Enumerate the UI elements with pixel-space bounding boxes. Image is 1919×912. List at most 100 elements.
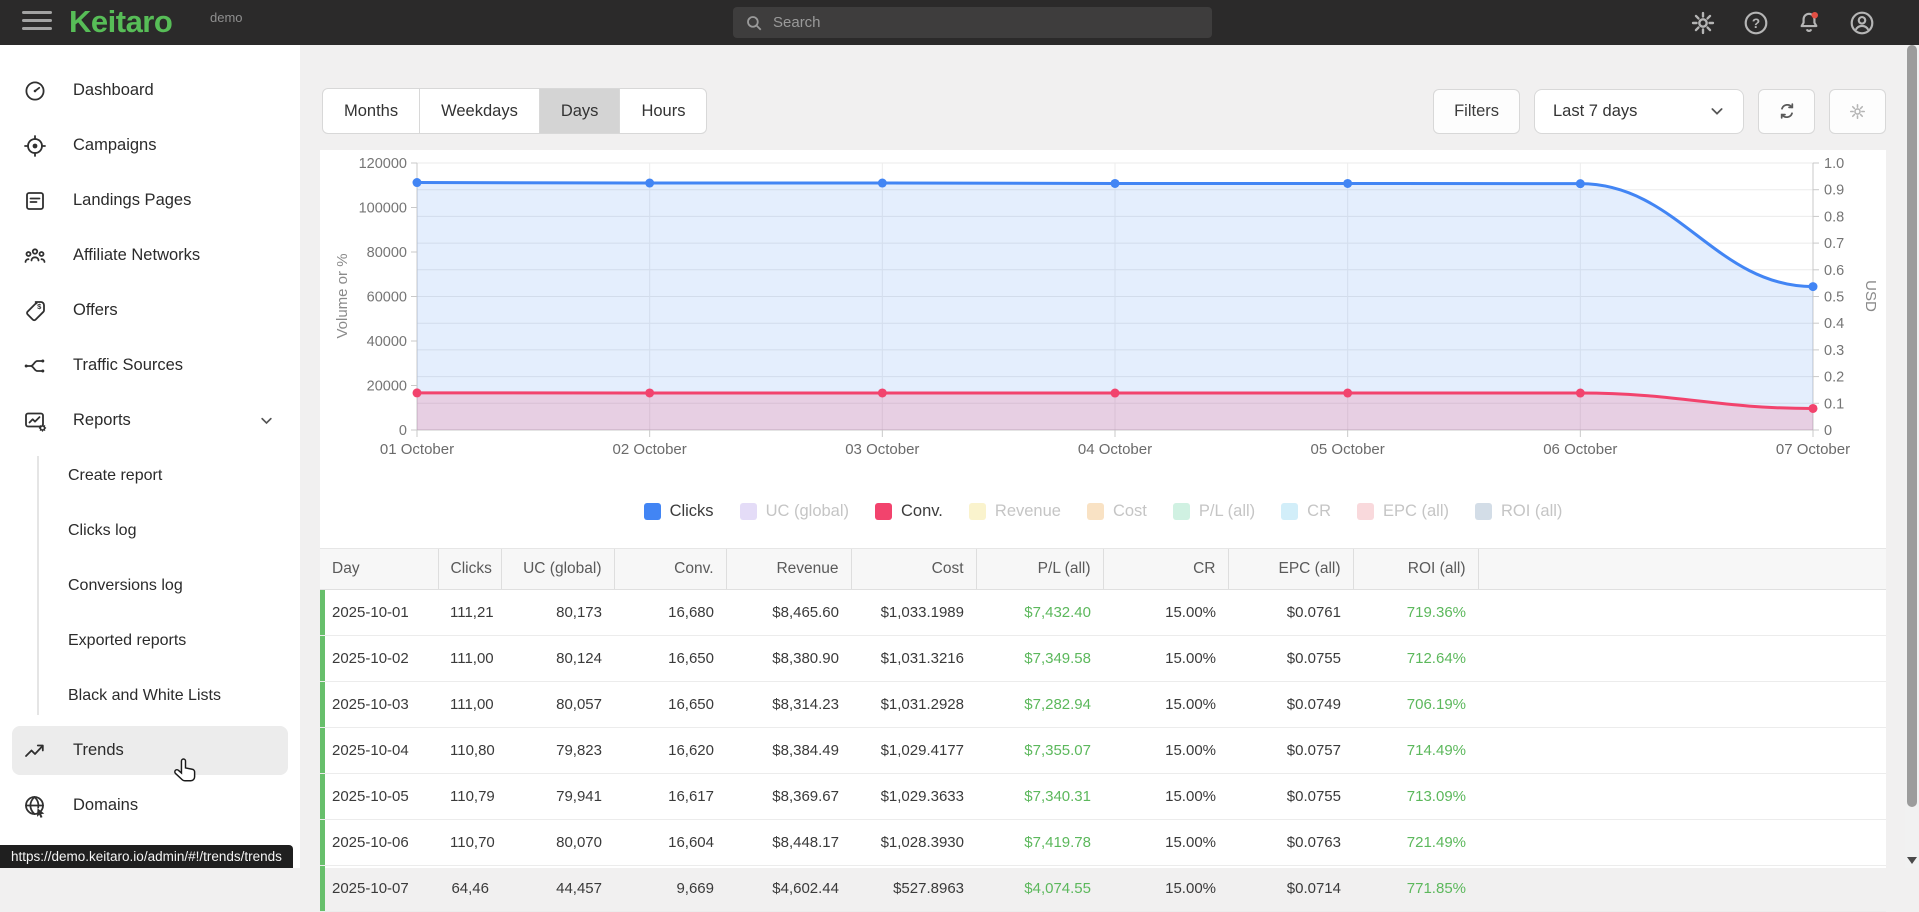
svg-text:0.4: 0.4: [1824, 316, 1844, 332]
table-row: 2025-10-0764,4644,4579,669$4,602.44$527.…: [320, 866, 1886, 912]
page-scrollbar: [1905, 45, 1919, 868]
cell-cost: $1,028.3930: [851, 820, 976, 866]
settings-gear-icon[interactable]: [1690, 10, 1716, 36]
account-icon[interactable]: [1849, 10, 1875, 36]
legend-item-p-l-all-[interactable]: P/L (all): [1173, 502, 1255, 521]
legend-item-epc-all-[interactable]: EPC (all): [1357, 502, 1449, 521]
cell-cost: $1,031.2928: [851, 682, 976, 728]
cell-day: 2025-10-01: [320, 590, 438, 636]
search-icon: [745, 14, 763, 32]
svg-text:$: $: [37, 302, 42, 311]
cell-cost: $1,031.3216: [851, 636, 976, 682]
cell-clicks: 110,70: [438, 820, 501, 866]
svg-text:0.3: 0.3: [1824, 343, 1844, 359]
svg-text:60000: 60000: [367, 290, 407, 306]
cell-p-l-all-: $7,419.78: [976, 820, 1103, 866]
refresh-icon: [1776, 100, 1798, 122]
cell-cr: 15.00%: [1103, 774, 1228, 820]
trends-panel: 00.10.20.30.40.50.60.70.80.91.001 Octobe…: [320, 150, 1886, 868]
sidebar-item-create-report[interactable]: Create report: [0, 448, 300, 503]
svg-text:0.6: 0.6: [1824, 263, 1844, 279]
tab-weekdays[interactable]: Weekdays: [419, 88, 540, 134]
cell-day: 2025-10-06: [320, 820, 438, 866]
svg-text:0.7: 0.7: [1824, 236, 1844, 252]
cell-spacer: [1478, 636, 1886, 682]
sidebar-item-domains[interactable]: Domains: [0, 778, 300, 833]
sidebar-item-campaigns[interactable]: Campaigns: [0, 118, 300, 173]
legend-item-cost[interactable]: Cost: [1087, 502, 1147, 521]
svg-text:06 October: 06 October: [1543, 441, 1617, 458]
sidebar-item-reports[interactable]: Reports: [0, 393, 300, 448]
dashboard-icon: [23, 79, 47, 103]
cell-uc-global-: 80,070: [501, 820, 614, 866]
sidebar-item-dashboard[interactable]: Dashboard: [0, 63, 300, 118]
search-input[interactable]: [773, 14, 1200, 31]
sidebar-item-offers[interactable]: $Offers: [0, 283, 300, 338]
cell-conv-: 16,604: [614, 820, 726, 866]
cell-epc-all-: $0.0757: [1228, 728, 1353, 774]
refresh-button[interactable]: [1758, 89, 1815, 134]
scrollbar-down-arrow[interactable]: [1907, 857, 1917, 864]
cell-conv-: 16,617: [614, 774, 726, 820]
column-header-conv-: Conv.: [614, 549, 726, 590]
svg-text:Volume or %: Volume or %: [334, 253, 351, 338]
cell-clicks: 111,00: [438, 636, 501, 682]
legend-swatch: [1475, 503, 1492, 520]
global-search[interactable]: [733, 7, 1212, 38]
cell-revenue: $8,314.23: [726, 682, 851, 728]
cell-uc-global-: 79,823: [501, 728, 614, 774]
cell-roi-all-: 714.49%: [1353, 728, 1478, 774]
chart-legend: Clicks UC (global) Conv. Revenue Cost P/L (al…: [320, 499, 1886, 523]
legend-item-clicks[interactable]: Clicks: [644, 502, 714, 521]
svg-text:0.1: 0.1: [1824, 396, 1844, 412]
cell-uc-global-: 44,457: [501, 866, 614, 912]
cell-cost: $1,029.3633: [851, 774, 976, 820]
cell-revenue: $8,380.90: [726, 636, 851, 682]
cell-spacer: [1478, 590, 1886, 636]
table-row: 2025-10-02111,0080,12416,650$8,380.90$1,…: [320, 636, 1886, 682]
cell-spacer: [1478, 682, 1886, 728]
legend-item-uc-global-[interactable]: UC (global): [740, 502, 849, 521]
sidebar: DashboardCampaignsLandings PagesAffiliat…: [0, 45, 300, 868]
cell-day: 2025-10-05: [320, 774, 438, 820]
sidebar-item-affiliate-networks[interactable]: Affiliate Networks: [0, 228, 300, 283]
legend-item-conv-[interactable]: Conv.: [875, 502, 943, 521]
cell-cost: $527.8963: [851, 866, 976, 912]
tab-days[interactable]: Days: [539, 88, 621, 134]
svg-text:05 October: 05 October: [1311, 441, 1385, 458]
sidebar-item-conversions-log[interactable]: Conversions log: [0, 558, 300, 613]
cell-p-l-all-: $7,355.07: [976, 728, 1103, 774]
notifications-bell-icon[interactable]: [1796, 10, 1822, 36]
sidebar-item-black-and-white-lists[interactable]: Black and White Lists: [0, 668, 300, 723]
svg-text:03 October: 03 October: [845, 441, 919, 458]
svg-text:07 October: 07 October: [1776, 441, 1850, 458]
keitaro-logo[interactable]: Keitaro: [69, 4, 172, 40]
sidebar-item-landings-pages[interactable]: Landings Pages: [0, 173, 300, 228]
sidebar-item-exported-reports[interactable]: Exported reports: [0, 613, 300, 668]
column-header-day: Day: [320, 549, 438, 590]
column-header-spacer: [1478, 549, 1886, 590]
sidebar-item-traffic-sources[interactable]: Traffic Sources: [0, 338, 300, 393]
chart-settings-button[interactable]: [1829, 89, 1886, 134]
filters-button[interactable]: Filters: [1433, 89, 1520, 134]
svg-text:0: 0: [399, 423, 407, 439]
cell-roi-all-: 719.36%: [1353, 590, 1478, 636]
date-range-select[interactable]: Last 7 days: [1534, 89, 1744, 134]
sidebar-item-clicks-log[interactable]: Clicks log: [0, 503, 300, 558]
scrollbar-thumb[interactable]: [1907, 45, 1917, 807]
cell-conv-: 9,669: [614, 866, 726, 912]
legend-item-roi-all-[interactable]: ROI (all): [1475, 502, 1562, 521]
cell-conv-: 16,650: [614, 682, 726, 728]
legend-item-revenue[interactable]: Revenue: [969, 502, 1061, 521]
cell-uc-global-: 80,124: [501, 636, 614, 682]
hamburger-menu-button[interactable]: [22, 11, 52, 34]
column-header-roi-all-: ROI (all): [1353, 549, 1478, 590]
tab-hours[interactable]: Hours: [619, 88, 707, 134]
tab-months[interactable]: Months: [322, 88, 420, 134]
legend-item-cr[interactable]: CR: [1281, 502, 1331, 521]
cell-epc-all-: $0.0755: [1228, 774, 1353, 820]
help-icon[interactable]: ?: [1743, 10, 1769, 36]
sidebar-item-trends[interactable]: Trends: [12, 726, 288, 775]
cell-epc-all-: $0.0714: [1228, 866, 1353, 912]
cell-roi-all-: 721.49%: [1353, 820, 1478, 866]
